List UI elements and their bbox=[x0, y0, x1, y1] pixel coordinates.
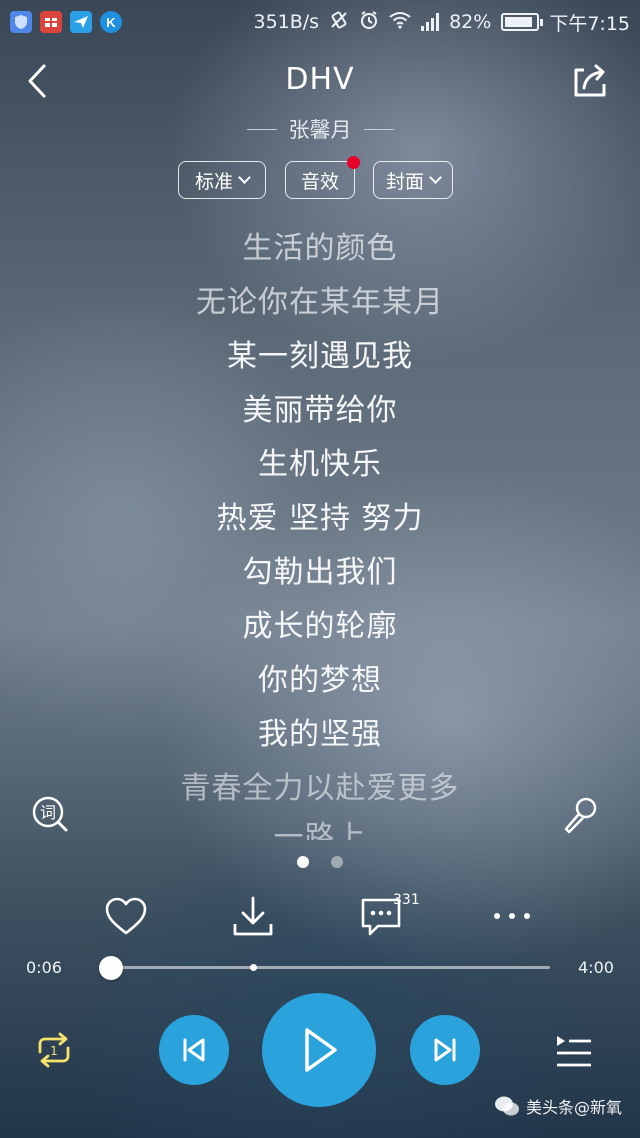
download-button[interactable] bbox=[231, 894, 275, 938]
divider bbox=[246, 128, 277, 130]
svg-text:1: 1 bbox=[50, 1044, 58, 1058]
progress-track[interactable] bbox=[100, 966, 550, 969]
comment-count: 331 bbox=[393, 892, 420, 908]
effects-label: 音效 bbox=[300, 170, 339, 193]
playlist-button[interactable] bbox=[554, 1032, 594, 1070]
comments-button[interactable]: 331 bbox=[358, 892, 422, 940]
cover-dropdown[interactable]: 封面 bbox=[373, 161, 453, 199]
playlist-icon bbox=[557, 1036, 591, 1067]
lyric-line: 我的坚强 bbox=[258, 717, 382, 752]
signal-icon bbox=[421, 13, 440, 31]
shield-app-icon bbox=[10, 11, 32, 33]
quality-dropdown[interactable]: 标准 bbox=[178, 161, 266, 199]
progress-knob[interactable] bbox=[99, 956, 124, 980]
watermark-text: 美头条@新氧 bbox=[525, 1098, 622, 1117]
k-app-icon: K bbox=[100, 11, 122, 33]
status-bar: K 351B/s 82% 下午7:15 bbox=[0, 0, 640, 44]
heart-icon bbox=[105, 897, 147, 935]
repeat-one-icon: 1 bbox=[38, 1032, 70, 1068]
next-icon bbox=[434, 1038, 456, 1062]
wechat-icon bbox=[494, 1096, 519, 1116]
lyric-line: 某一刻遇见我 bbox=[227, 339, 413, 374]
alarm-icon bbox=[359, 10, 379, 35]
more-dots-icon bbox=[494, 913, 530, 919]
lyric-line: 生活的颜色 bbox=[242, 231, 398, 266]
song-title: DHV bbox=[285, 62, 355, 97]
page-indicator bbox=[0, 856, 640, 868]
page-dot[interactable] bbox=[331, 856, 343, 868]
quality-label: 标准 bbox=[194, 170, 233, 193]
cover-label: 封面 bbox=[385, 170, 424, 193]
lyrics-search-icon: 词 bbox=[32, 796, 68, 832]
chevron-down-icon bbox=[238, 171, 251, 184]
lyric-line: 勾勒出我们 bbox=[242, 555, 398, 590]
duration-time: 4:00 bbox=[578, 958, 614, 977]
clock: 下午7:15 bbox=[549, 12, 630, 35]
previous-track-button[interactable] bbox=[159, 1015, 229, 1085]
next-track-button[interactable] bbox=[410, 1015, 480, 1085]
vibrate-icon bbox=[329, 10, 349, 35]
net-speed: 351B/s bbox=[253, 11, 320, 33]
lyric-line: 无论你在某年某月 bbox=[196, 285, 444, 320]
notification-dot bbox=[347, 156, 360, 169]
effects-button[interactable]: 音效 bbox=[285, 156, 360, 199]
artist-name[interactable]: 张馨月 bbox=[289, 114, 352, 144]
chevron-down-icon bbox=[429, 171, 442, 184]
play-button[interactable] bbox=[262, 993, 376, 1107]
previous-icon bbox=[183, 1038, 205, 1062]
lyric-line: 一路上 bbox=[273, 820, 367, 840]
lyric-line: 青春全力以赴爱更多 bbox=[180, 771, 460, 806]
like-button[interactable] bbox=[103, 896, 149, 938]
watermark: 美头条@新氧 bbox=[494, 1094, 622, 1118]
plane-app-icon bbox=[70, 11, 92, 33]
share-icon bbox=[574, 64, 606, 97]
divider bbox=[363, 128, 394, 130]
wifi-icon bbox=[389, 11, 411, 34]
battery-percent: 82% bbox=[449, 11, 492, 33]
battery-icon bbox=[501, 13, 544, 31]
lyric-line: 成长的轮廓 bbox=[242, 609, 398, 644]
artist-row: 张馨月 bbox=[0, 114, 640, 144]
buffer-marker bbox=[249, 964, 257, 971]
play-icon bbox=[305, 1028, 337, 1072]
lyrics-search-button[interactable]: 词 bbox=[30, 794, 70, 834]
repeat-mode-button[interactable]: 1 bbox=[32, 1030, 76, 1070]
elapsed-time: 0:06 bbox=[26, 958, 62, 977]
lyrics-panel[interactable]: 生活的颜色 无论你在某年某月 某一刻遇见我 美丽带给你 生机快乐 热爱 坚持 努… bbox=[0, 222, 640, 842]
lyric-line: 你的梦想 bbox=[258, 663, 382, 698]
svg-text:词: 词 bbox=[40, 803, 56, 822]
toolbox-app-icon bbox=[40, 11, 62, 33]
lyric-line: 热爱 坚持 努力 bbox=[216, 501, 424, 536]
page-dot-active[interactable] bbox=[297, 856, 309, 868]
lyric-line: 美丽带给你 bbox=[242, 393, 398, 428]
lyric-line: 生机快乐 bbox=[258, 447, 382, 482]
share-button[interactable] bbox=[570, 62, 610, 100]
microphone-icon bbox=[564, 797, 597, 834]
karaoke-button[interactable] bbox=[560, 796, 600, 836]
svg-text:K: K bbox=[106, 15, 116, 30]
more-button[interactable] bbox=[490, 904, 534, 928]
download-icon bbox=[233, 896, 273, 936]
